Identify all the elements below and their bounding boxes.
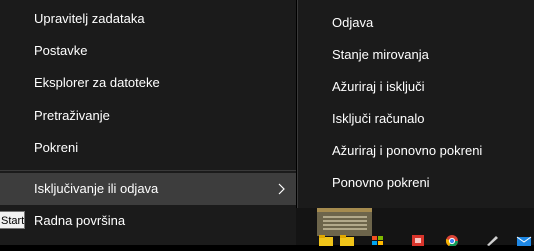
chrome-icon[interactable] xyxy=(444,233,460,247)
thumbnail-header xyxy=(317,208,372,212)
submenu-item-restart[interactable]: Ponovno pokreni xyxy=(298,167,534,199)
store-icon[interactable] xyxy=(370,233,386,245)
submenu-item-label: Isključi računalo xyxy=(332,111,425,126)
menu-item-desktop[interactable]: Radna površina xyxy=(0,205,296,237)
submenu-item-sign-out[interactable]: Odjava xyxy=(298,7,534,39)
menu-item-label: Eksplorer za datoteke xyxy=(34,75,160,90)
power-user-menu: Upravitelj zadataka Postavke Eksplorer z… xyxy=(0,0,296,245)
menu-item-label: Upravitelj zadataka xyxy=(34,11,145,26)
menu-separator xyxy=(0,170,296,171)
folder-icon[interactable] xyxy=(318,233,334,246)
submenu-item-label: Odjava xyxy=(332,15,374,30)
submenu-item-update-and-restart[interactable]: Ažuriraj i ponovno pokreni xyxy=(298,135,534,167)
submenu-item-label: Ponovno pokreni xyxy=(332,175,430,190)
submenu-item-sleep[interactable]: Stanje mirovanja xyxy=(298,39,534,71)
submenu-item-update-and-shutdown[interactable]: Ažuriraj i isključi xyxy=(298,71,534,103)
menu-item-file-explorer[interactable]: Eksplorer za datoteke xyxy=(0,67,296,99)
chevron-right-icon xyxy=(276,173,288,205)
menu-item-task-manager[interactable]: Upravitelj zadataka xyxy=(0,3,296,35)
shutdown-submenu: Odjava Stanje mirovanja Ažuriraj i isklj… xyxy=(297,0,534,208)
menu-item-settings[interactable]: Postavke xyxy=(0,35,296,67)
submenu-item-label: Stanje mirovanja xyxy=(332,47,429,62)
menu-item-search[interactable]: Pretraživanje xyxy=(0,100,296,132)
menu-item-run[interactable]: Pokreni xyxy=(0,132,296,164)
menu-item-label: Isključivanje ili odjava xyxy=(34,181,159,196)
submenu-item-shutdown[interactable]: Isključi računalo xyxy=(298,103,534,135)
pen-icon[interactable] xyxy=(484,233,500,246)
mail-icon[interactable] xyxy=(516,233,532,246)
thumbnail-content xyxy=(323,216,367,230)
menu-item-label: Radna površina xyxy=(34,213,126,228)
submenu-item-label: Ažuriraj i ponovno pokreni xyxy=(332,143,483,158)
folder-icon[interactable] xyxy=(339,233,355,246)
start-tooltip: Start xyxy=(0,211,25,229)
menu-item-label: Pokreni xyxy=(34,140,79,155)
generic-app-icon[interactable] xyxy=(410,233,426,246)
window-thumbnail[interactable] xyxy=(317,208,372,236)
menu-item-label: Pretraživanje xyxy=(34,108,110,123)
submenu-item-label: Ažuriraj i isključi xyxy=(332,79,425,94)
menu-item-label: Postavke xyxy=(34,43,88,58)
menu-item-shutdown-or-sign-out[interactable]: Isključivanje ili odjava xyxy=(0,173,296,205)
